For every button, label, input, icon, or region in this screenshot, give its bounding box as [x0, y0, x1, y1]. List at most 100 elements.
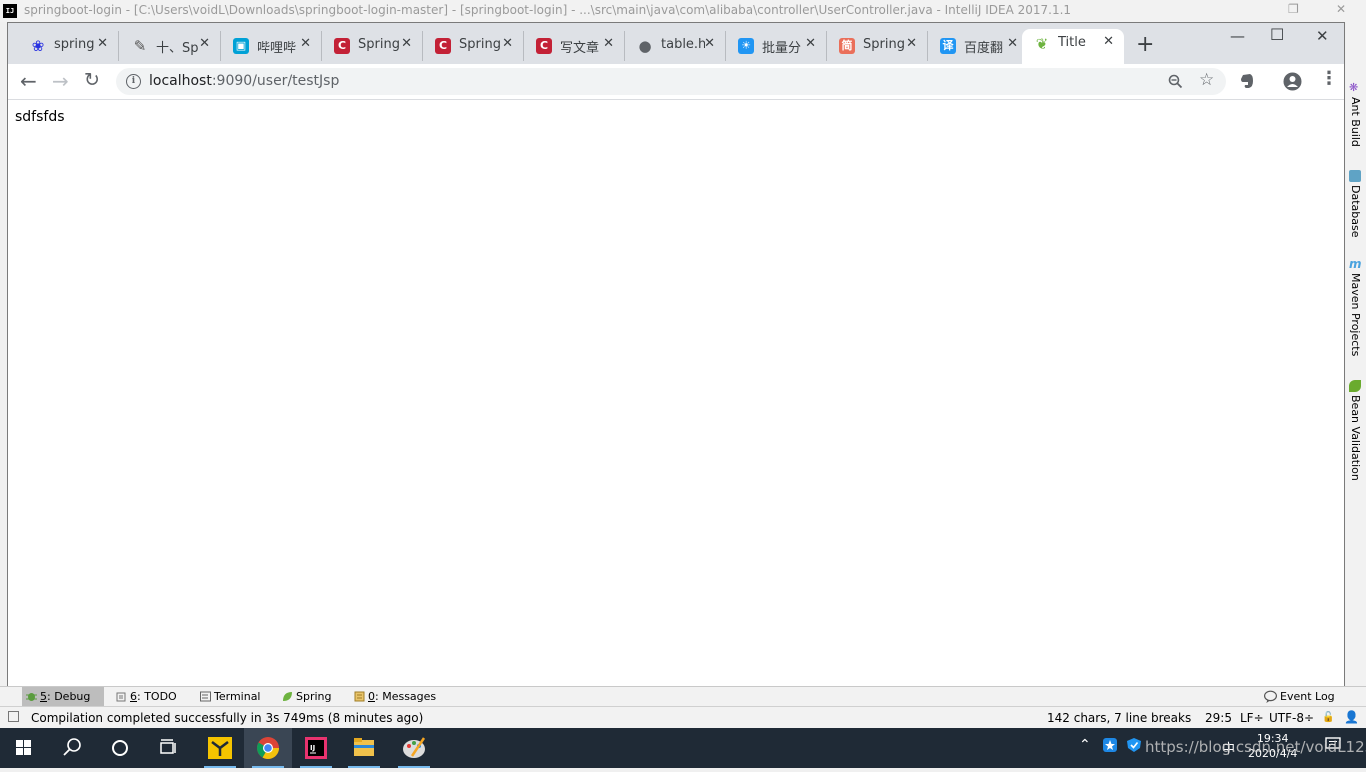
line-separator[interactable]: LF÷	[1240, 711, 1264, 725]
todo-tool-button[interactable]: 6: TODO	[112, 687, 186, 707]
database-tool[interactable]: Database	[1349, 170, 1363, 242]
tab-title: 十、Sp	[156, 41, 199, 56]
cursor-position[interactable]: 29:5	[1205, 711, 1232, 725]
ide-status-bar: Compilation completed successfully in 3s…	[0, 706, 1366, 729]
svg-text:IJ: IJ	[310, 744, 315, 752]
bug-icon	[26, 693, 37, 701]
database-icon	[1349, 170, 1361, 182]
ide-close-icon[interactable]: ✕	[1336, 2, 1346, 16]
tab-title: 批量分	[762, 41, 802, 56]
globe-icon: ●	[638, 37, 652, 55]
tab-close-icon[interactable]: ✕	[603, 36, 614, 51]
tab-close-icon[interactable]: ✕	[97, 36, 108, 51]
browser-tab[interactable]: 简 Spring ✕	[827, 31, 928, 61]
file-encoding[interactable]: UTF-8÷	[1269, 711, 1314, 725]
char-count: 142 chars, 7 line breaks	[1047, 711, 1192, 725]
chrome-icon[interactable]	[244, 728, 292, 768]
tab-title: Spring	[459, 37, 501, 52]
browser-tab[interactable]: ▣ 哔哩哔 ✕	[221, 31, 322, 61]
inspector-icon[interactable]: 👤	[1344, 710, 1359, 724]
tab-title: 写文章	[560, 41, 600, 56]
address-bar[interactable]: i localhost:9090/user/testJsp ☆	[116, 68, 1226, 95]
browser-tab[interactable]: ✎ 十、Sp ✕	[120, 31, 221, 61]
leaf-icon: ❦	[1035, 35, 1049, 53]
tencent-app-icon[interactable]	[196, 728, 244, 768]
tab-title: 百度翻	[964, 41, 1004, 56]
tab-close-icon[interactable]: ✕	[199, 36, 210, 51]
ide-window-title: springboot-login - [C:\Users\voidL\Downl…	[24, 3, 1072, 17]
task-view-icon[interactable]	[144, 728, 192, 768]
bean-validation-tool[interactable]: Bean Validation	[1349, 380, 1363, 485]
windows-start-icon[interactable]	[0, 728, 48, 768]
tab-close-icon[interactable]: ✕	[502, 36, 513, 51]
intellij-logo-icon: IJ	[3, 4, 17, 18]
tray-app-icon-1[interactable]	[1102, 737, 1118, 757]
chrome-window: ❀ spring ✕ ✎ 十、Sp ✕ ▣ 哔哩哔 ✕ C Spring ✕ C Spring ✕ C 写文章 ✕…	[7, 22, 1345, 686]
csdn-watermark: https://blog.csdn.net/voidL123	[1145, 738, 1366, 756]
chrome-menu-icon[interactable]: ⋮	[1320, 68, 1338, 89]
info-icon[interactable]: i	[126, 74, 141, 89]
lock-icon[interactable]: 🔓	[1322, 712, 1334, 723]
status-toggle-icon[interactable]	[8, 711, 19, 722]
messages-icon	[354, 691, 365, 702]
terminal-icon	[200, 691, 211, 702]
baidu-paw-icon: ❀	[31, 37, 45, 55]
reload-button[interactable]: ↻	[84, 69, 100, 91]
maven-projects-tool[interactable]: m Maven Projects	[1349, 258, 1363, 360]
bookmark-star-icon[interactable]: ☆	[1199, 70, 1214, 90]
ide-tool-window-bar: 5: Debug 6: TODO Terminal Spring 0: Mess…	[0, 686, 1366, 707]
forward-button[interactable]: →	[52, 69, 69, 93]
new-tab-button[interactable]: +	[1136, 32, 1154, 57]
tab-close-icon[interactable]: ✕	[1007, 36, 1018, 51]
zoom-icon[interactable]	[1168, 74, 1183, 89]
csdn-icon: C	[334, 38, 350, 54]
csdn-icon: C	[435, 38, 451, 54]
tray-app-icon-2[interactable]	[1126, 737, 1142, 757]
back-button[interactable]: ←	[20, 69, 37, 93]
status-message: Compilation completed successfully in 3s…	[31, 711, 424, 725]
terminal-tool-button[interactable]: Terminal	[196, 687, 268, 707]
ide-restore-icon[interactable]: ❐	[1288, 2, 1299, 16]
debug-tool-button[interactable]: 5: Debug	[22, 687, 104, 707]
bean-icon	[1349, 380, 1361, 392]
intellij-icon[interactable]: IJ	[292, 728, 340, 768]
tab-title: 哔哩哔	[257, 41, 297, 56]
browser-tab[interactable]: C Spring ✕	[423, 31, 524, 61]
evernote-extension-icon[interactable]	[1240, 73, 1255, 89]
maximize-button[interactable]: ☐	[1270, 25, 1284, 44]
baidu-icon: ☀	[738, 38, 754, 54]
browser-tab[interactable]: 译百度翻 ✕	[928, 31, 1029, 61]
browser-tab[interactable]: C 写文章 ✕	[524, 31, 625, 61]
tray-expand-icon[interactable]: ⌃	[1079, 737, 1091, 753]
tab-close-icon[interactable]: ✕	[1103, 34, 1114, 49]
ant-icon: ❋	[1349, 81, 1359, 94]
tab-close-icon[interactable]: ✕	[805, 36, 816, 51]
event-log-icon	[1264, 690, 1277, 703]
page-body-text: sdfsfds	[15, 109, 65, 125]
browser-tab[interactable]: C Spring ✕	[322, 31, 423, 61]
file-explorer-icon[interactable]	[340, 728, 388, 768]
cortana-icon[interactable]	[96, 728, 144, 768]
csdn-icon: C	[536, 38, 552, 54]
browser-tab[interactable]: ❀ spring ✕	[18, 31, 119, 61]
ant-build-tool[interactable]: ❋ Ant Build	[1349, 82, 1363, 151]
event-log-button[interactable]: Event Log	[1262, 687, 1342, 707]
minimize-button[interactable]: —	[1230, 27, 1245, 45]
browser-tab[interactable]: ● table.h ✕	[625, 31, 726, 61]
tab-title: Spring	[863, 37, 905, 52]
bilibili-icon: ▣	[233, 38, 249, 54]
browser-tab[interactable]: ☀ 批量分 ✕	[726, 31, 827, 61]
close-window-button[interactable]: ✕	[1316, 27, 1329, 45]
profile-avatar-icon[interactable]	[1283, 72, 1302, 91]
messages-tool-button[interactable]: 0: Messages	[350, 687, 442, 707]
todo-icon	[116, 692, 126, 702]
tab-close-icon[interactable]: ✕	[300, 36, 311, 51]
browser-tab[interactable]: ❦ Title ✕	[1022, 29, 1124, 64]
tab-close-icon[interactable]: ✕	[906, 36, 917, 51]
spring-tool-button[interactable]: Spring	[278, 687, 340, 707]
paint-icon[interactable]	[390, 728, 438, 768]
pen-icon: ✎	[133, 37, 147, 55]
search-icon[interactable]	[48, 728, 96, 768]
tab-close-icon[interactable]: ✕	[704, 36, 715, 51]
tab-close-icon[interactable]: ✕	[401, 36, 412, 51]
